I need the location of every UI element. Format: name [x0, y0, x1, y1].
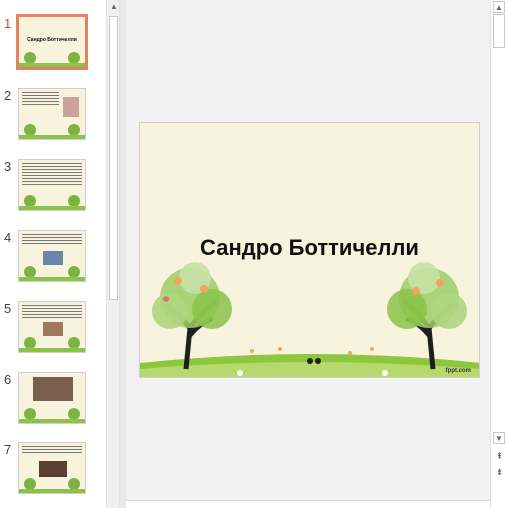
- slide-thumbnail-7[interactable]: 7: [0, 442, 106, 502]
- slide-number: 1: [4, 16, 12, 31]
- slide-thumbnail-5[interactable]: 5: [0, 301, 106, 361]
- slide-thumbnail-image[interactable]: [18, 301, 86, 353]
- slide-number: 6: [4, 372, 12, 387]
- slide-number: 7: [4, 442, 12, 457]
- previous-slide-icon[interactable]: ⇞: [493, 450, 506, 462]
- slide-thumbnail-image[interactable]: [18, 159, 86, 211]
- slide-thumbnail-pane: 1 Сандро Боттичелли 2 3 4 5 6 7: [0, 0, 106, 508]
- slide-thumbnail-1[interactable]: 1 Сандро Боттичелли: [0, 14, 106, 76]
- scrollbar-thumb[interactable]: [493, 14, 505, 48]
- slide-thumbnail-image[interactable]: [18, 372, 86, 424]
- horizontal-scrollbar[interactable]: [126, 500, 490, 508]
- scroll-down-icon[interactable]: ▼: [493, 432, 505, 444]
- slide-number: 5: [4, 301, 12, 316]
- painting-image: [33, 377, 73, 401]
- slide-number: 3: [4, 159, 12, 174]
- slide-thumbnail-2[interactable]: 2: [0, 88, 106, 148]
- building-image: [43, 251, 63, 265]
- slide-footer-text: fppt.com: [445, 368, 471, 374]
- slide-canvas[interactable]: Сандро Боттичелли fppt.com: [139, 122, 480, 378]
- scroll-up-icon[interactable]: ▲: [493, 1, 505, 13]
- next-slide-icon[interactable]: ⇟: [493, 466, 506, 478]
- grass-illustration: [19, 63, 85, 67]
- slide-thumbnail-image[interactable]: [18, 442, 86, 494]
- slide-thumbnail-image[interactable]: Сандро Боттичелли: [16, 14, 88, 70]
- portrait-image: [63, 97, 79, 117]
- painting-image: [43, 322, 63, 336]
- slide-title[interactable]: Сандро Боттичелли: [140, 235, 479, 261]
- slide-thumbnail-image[interactable]: [18, 88, 86, 140]
- thumbnail-title: Сандро Боттичелли: [27, 37, 77, 43]
- slide-thumbnail-image[interactable]: [18, 230, 86, 282]
- slide-thumbnail-6[interactable]: 6: [0, 372, 106, 432]
- slide-thumbnail-4[interactable]: 4: [0, 230, 106, 290]
- scroll-up-icon[interactable]: ▲: [107, 0, 121, 14]
- slide-thumbnail-3[interactable]: 3: [0, 159, 106, 219]
- slide-number: 4: [4, 230, 12, 245]
- painting-image: [39, 461, 67, 477]
- thumbnail-scrollbar[interactable]: ▲: [106, 0, 120, 508]
- editor-scrollbar[interactable]: ▲ ▼ ⇞ ⇟: [490, 0, 507, 508]
- slide-number: 2: [4, 88, 12, 103]
- scrollbar-thumb[interactable]: [109, 16, 118, 300]
